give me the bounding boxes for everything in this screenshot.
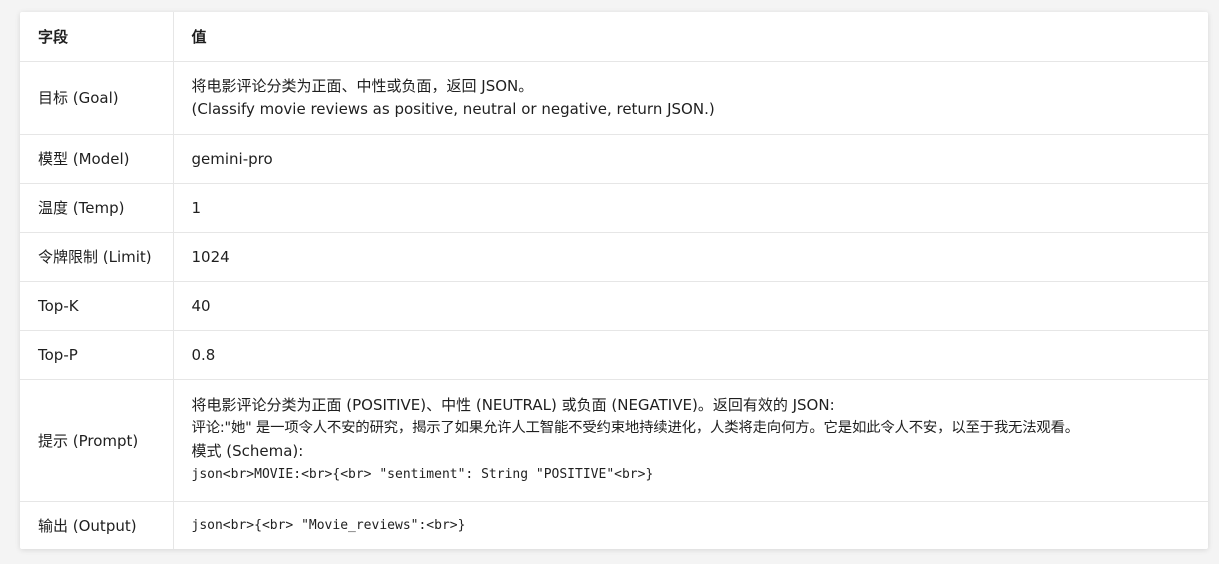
table-row-limit: 令牌限制 (Limit) 1024 xyxy=(20,232,1208,282)
value-limit: 1024 xyxy=(173,232,1208,282)
value-goal: 将电影评论分类为正面、中性或负面，返回 JSON。 (Classify movi… xyxy=(173,61,1208,135)
table-header-row: 字段 值 xyxy=(20,12,1208,62)
field-temp: 温度 (Temp) xyxy=(20,183,174,233)
prompt-line-instruction: 将电影评论分类为正面 (POSITIVE)、中性 (NEUTRAL) 或负面 (… xyxy=(191,396,835,414)
field-prompt: 提示 (Prompt) xyxy=(20,379,174,502)
header-field: 字段 xyxy=(20,12,174,62)
field-topk: Top-K xyxy=(20,281,174,331)
table-row-goal: 目标 (Goal) 将电影评论分类为正面、中性或负面，返回 JSON。 (Cla… xyxy=(20,61,1208,135)
value-model: gemini-pro xyxy=(173,134,1208,184)
prompt-code: json<br>MOVIE:<br>{<br> "sentiment": Str… xyxy=(191,467,654,482)
value-topp: 0.8 xyxy=(173,330,1208,380)
value-output: json<br>{<br> "Movie_reviews":<br>} xyxy=(173,501,1208,549)
parameter-table: 字段 值 目标 (Goal) 将电影评论分类为正面、中性或负面，返回 JSON。… xyxy=(20,12,1208,549)
field-model: 模型 (Model) xyxy=(20,134,174,184)
goal-line-zh: 将电影评论分类为正面、中性或负面，返回 JSON。 xyxy=(191,76,534,95)
value-topk: 40 xyxy=(173,281,1208,331)
prompt-line-schema: 模式 (Schema): xyxy=(191,442,304,460)
field-topp: Top-P xyxy=(20,330,174,380)
parameter-table-card: 字段 值 目标 (Goal) 将电影评论分类为正面、中性或负面，返回 JSON。… xyxy=(20,12,1208,549)
output-code: json<br>{<br> "Movie_reviews":<br>} xyxy=(191,517,466,533)
table-row-topk: Top-K 40 xyxy=(20,281,1208,331)
table-row-topp: Top-P 0.8 xyxy=(20,330,1208,380)
table-row-model: 模型 (Model) gemini-pro xyxy=(20,134,1208,184)
prompt-line-review: 评论:"她" 是一项令人不安的研究，揭示了如果允许人工智能不受约束地持续进化，人… xyxy=(191,420,1080,436)
table-row-prompt: 提示 (Prompt) 将电影评论分类为正面 (POSITIVE)、中性 (NE… xyxy=(20,379,1208,502)
goal-line-en: (Classify movie reviews as positive, neu… xyxy=(191,99,715,118)
field-goal: 目标 (Goal) xyxy=(20,61,174,135)
table-row-output: 输出 (Output) json<br>{<br> "Movie_reviews… xyxy=(20,501,1208,549)
field-output: 输出 (Output) xyxy=(20,501,174,549)
value-prompt: 将电影评论分类为正面 (POSITIVE)、中性 (NEUTRAL) 或负面 (… xyxy=(173,379,1208,502)
field-limit: 令牌限制 (Limit) xyxy=(20,232,174,282)
table-row-temp: 温度 (Temp) 1 xyxy=(20,183,1208,233)
header-value: 值 xyxy=(173,12,1208,62)
value-temp: 1 xyxy=(173,183,1208,233)
